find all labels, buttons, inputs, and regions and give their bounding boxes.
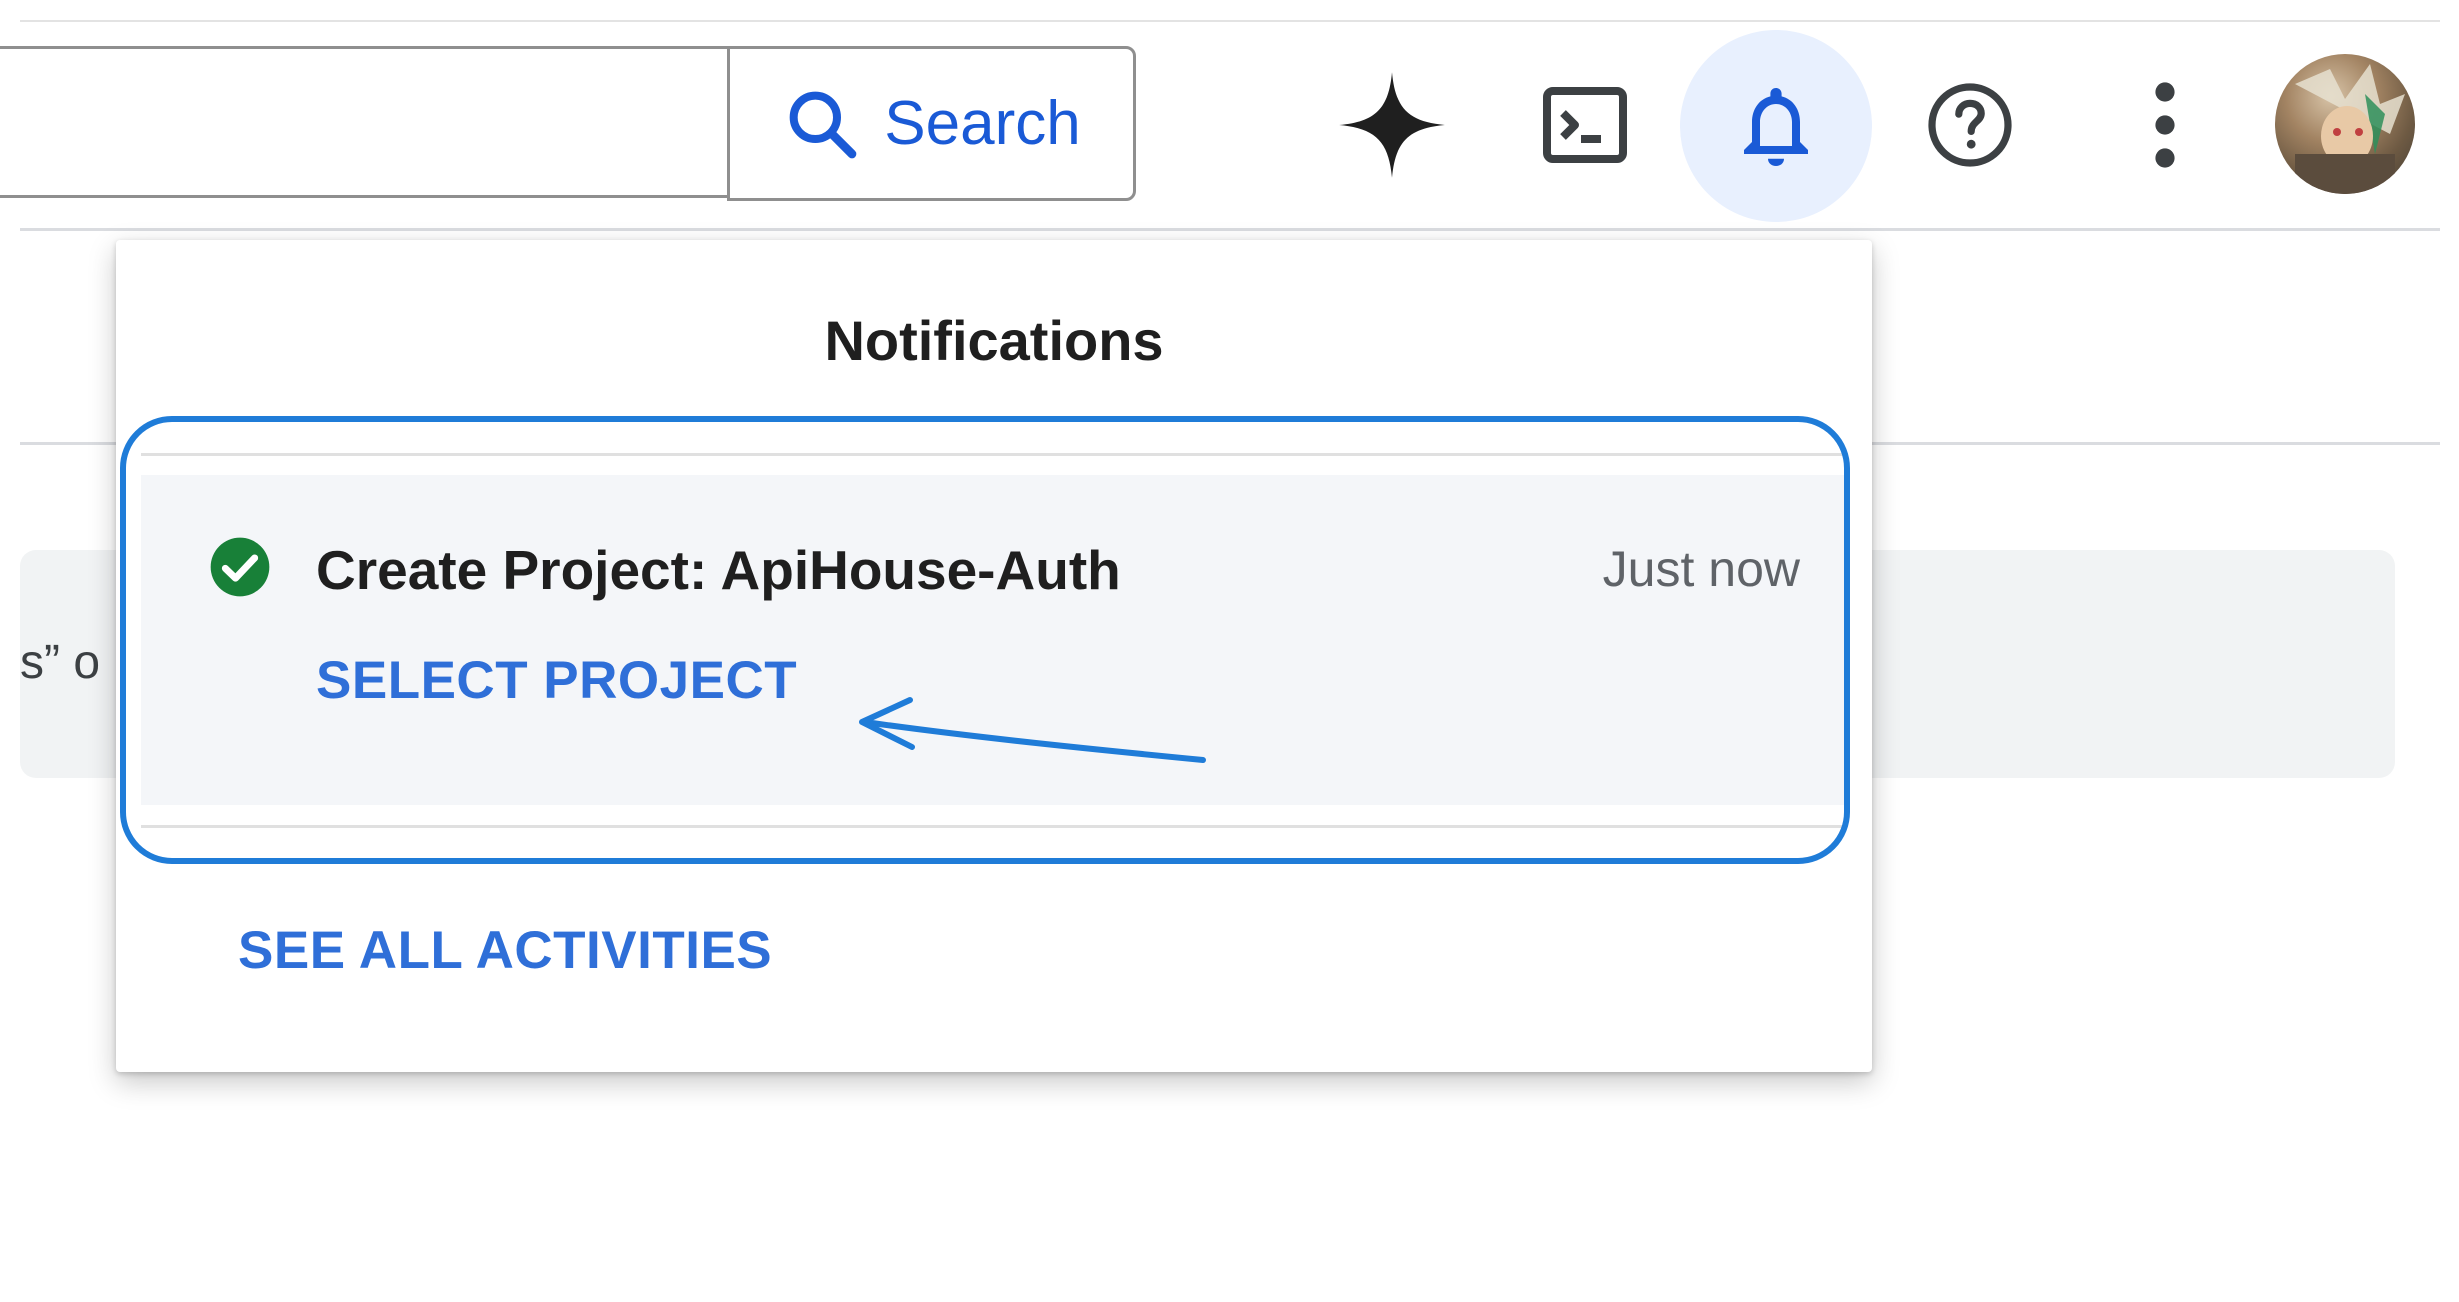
notification-text: Create Project: ApiHouse-Auth xyxy=(316,539,1121,601)
panel-divider xyxy=(141,453,1846,456)
bell-icon xyxy=(1744,88,1808,166)
search-button-label: Search xyxy=(884,89,1081,158)
help-button[interactable] xyxy=(1915,70,2025,180)
avatar[interactable] xyxy=(2275,54,2415,194)
check-circle-icon xyxy=(210,537,270,597)
panel-divider xyxy=(141,825,1846,828)
header-divider xyxy=(20,228,2440,231)
cloud-shell-button[interactable] xyxy=(1530,70,1640,180)
more-options-button[interactable] xyxy=(2110,70,2220,180)
help-icon xyxy=(1928,83,2012,167)
search-button[interactable]: Search xyxy=(727,46,1136,201)
select-project-link[interactable]: SELECT PROJECT xyxy=(316,650,797,711)
search-input[interactable] xyxy=(0,46,727,198)
notification-item[interactable] xyxy=(141,475,1846,805)
notifications-panel: Notifications Create Project: ApiHouse-A… xyxy=(116,240,1872,1072)
top-divider xyxy=(20,20,2440,22)
panel-title: Notifications xyxy=(824,309,1164,372)
notification-time: Just now xyxy=(1602,541,1800,597)
search-icon xyxy=(789,91,857,158)
sparkle-icon xyxy=(1339,72,1445,178)
notifications-button[interactable] xyxy=(1680,30,1872,222)
see-all-activities-link[interactable]: SEE ALL ACTIVITIES xyxy=(238,920,772,981)
terminal-icon xyxy=(1543,87,1627,163)
background-text: s” o xyxy=(20,636,101,689)
gemini-button[interactable] xyxy=(1337,70,1447,180)
avatar-image-icon xyxy=(2295,64,2405,194)
more-vert-icon xyxy=(2155,82,2175,168)
